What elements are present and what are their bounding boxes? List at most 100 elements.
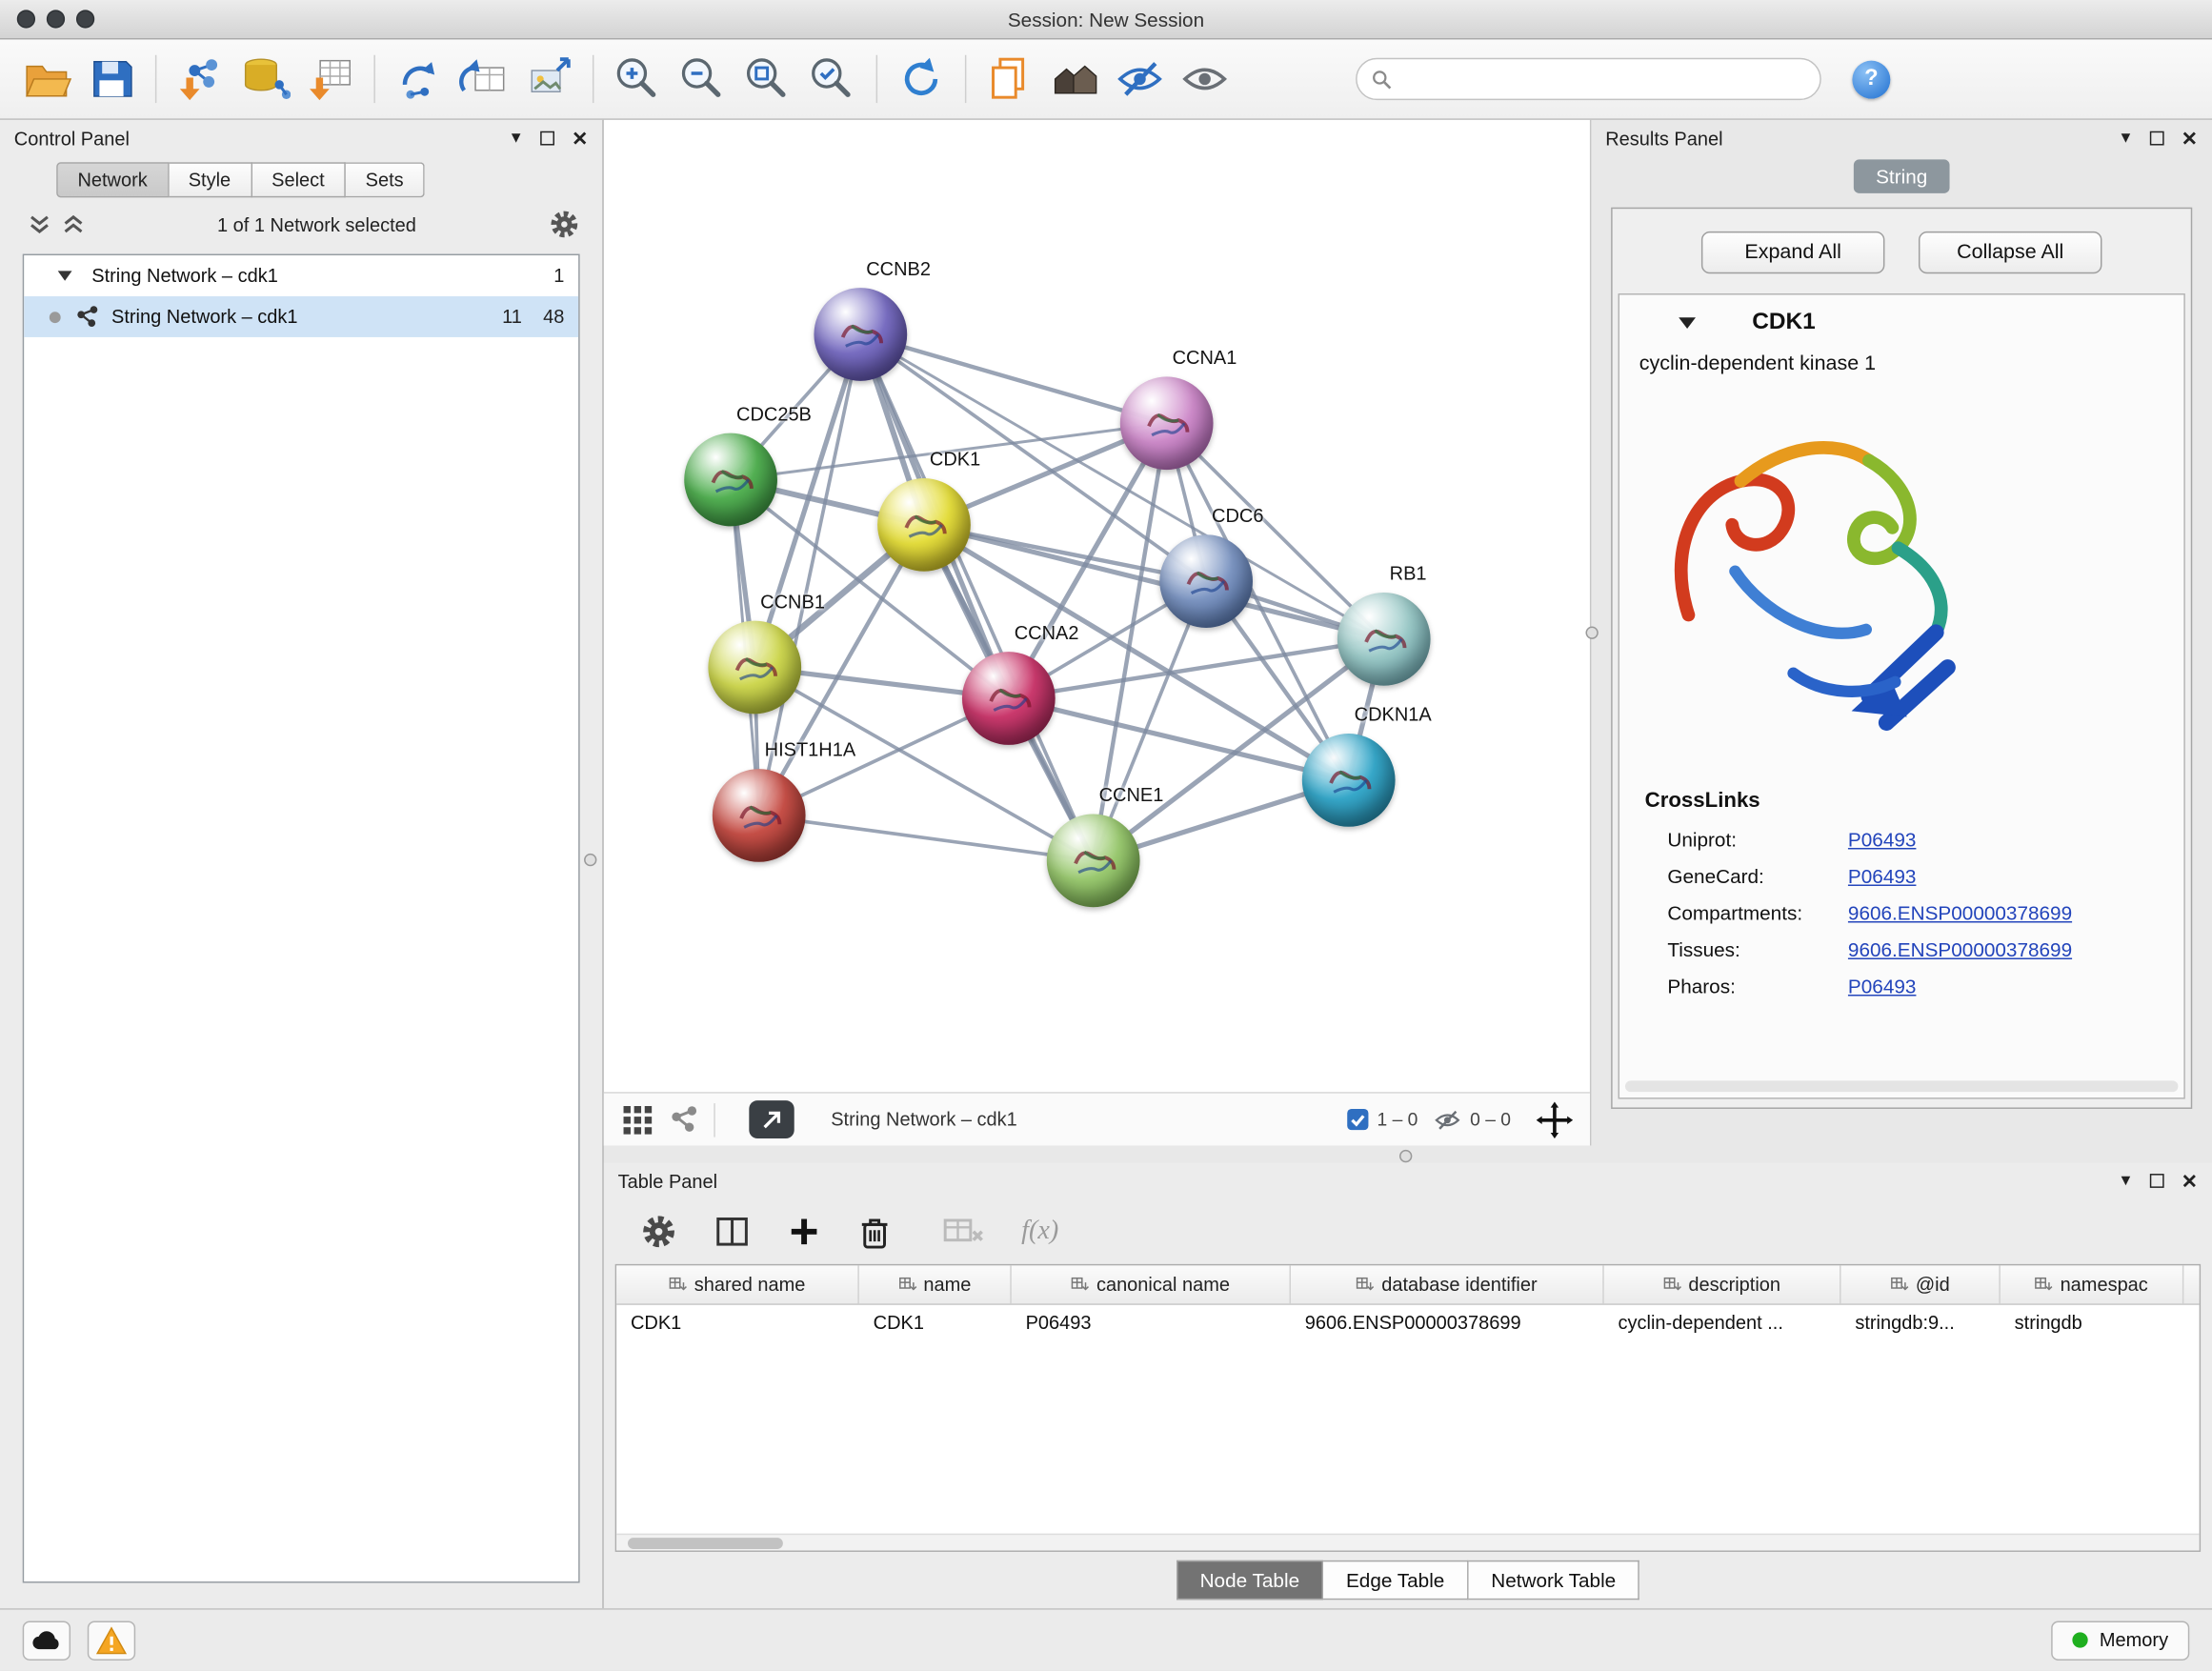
network-view[interactable]: CCNB2CCNA1CDC25BCDK1CDC6RB1CCNB1CCNA2CDK…	[604, 120, 1592, 1146]
vertical-splitter-handle[interactable]	[584, 854, 596, 866]
table-cell[interactable]: CDK1	[859, 1305, 1012, 1334]
table-cell[interactable]: 9606.ENSP00000378699	[1291, 1305, 1604, 1334]
tree-expand-icon[interactable]	[58, 271, 72, 280]
warnings-button[interactable]	[88, 1621, 135, 1660]
add-column-plus-icon[interactable]	[787, 1215, 821, 1249]
function-builder-button[interactable]: f(x)	[1021, 1217, 1058, 1248]
network-collection-row[interactable]: String Network – cdk1 1	[24, 255, 578, 296]
node-CDC25B[interactable]	[684, 433, 777, 527]
node-CCNA1[interactable]	[1120, 376, 1214, 470]
crosslink-link[interactable]: 9606.ENSP00000378699	[1848, 938, 2072, 961]
import-network-file-button[interactable]	[168, 48, 232, 110]
panel-menu-icon[interactable]: ▼	[2118, 131, 2133, 146]
node-CDKN1A[interactable]	[1302, 734, 1396, 827]
clone-network-button[interactable]	[977, 48, 1042, 110]
table-horizontal-scrollbar[interactable]	[616, 1534, 2200, 1551]
show-columns-icon[interactable]	[714, 1214, 751, 1251]
string-home-button[interactable]	[1042, 48, 1107, 110]
collapse-section-icon[interactable]	[1679, 316, 1696, 328]
tab-edge-table[interactable]: Edge Table	[1323, 1560, 1468, 1600]
table-row[interactable]: CDK1CDK1P064939606.ENSP00000378699cyclin…	[616, 1305, 2200, 1334]
table-cell[interactable]: stringdb:9...	[1841, 1305, 2001, 1334]
tab-style[interactable]: Style	[169, 162, 251, 197]
save-session-button[interactable]	[79, 48, 144, 110]
column-header-name[interactable]: name	[859, 1265, 1012, 1303]
table-export-button[interactable]	[452, 48, 516, 110]
search-field[interactable]	[1356, 58, 1821, 100]
gear-icon[interactable]	[549, 209, 580, 240]
tab-network-table[interactable]: Network Table	[1469, 1560, 1640, 1600]
horizontal-splitter-handle[interactable]	[1399, 1150, 1412, 1162]
zoom-in-button[interactable]	[605, 48, 670, 110]
panel-float-icon[interactable]	[2150, 1174, 2164, 1188]
table-cell[interactable]: stringdb	[2001, 1305, 2184, 1334]
column-header-canonical-name[interactable]: canonical name	[1012, 1265, 1291, 1303]
network-row[interactable]: String Network – cdk1 11 48	[24, 296, 578, 337]
column-header-database-identifier[interactable]: database identifier	[1291, 1265, 1604, 1303]
grid-view-icon[interactable]	[621, 1102, 655, 1137]
hidden-eye-slash-icon[interactable]	[1432, 1105, 1463, 1134]
panel-menu-icon[interactable]: ▼	[509, 131, 524, 146]
crosslink-link[interactable]: P06493	[1848, 865, 1916, 888]
import-table-file-button[interactable]	[297, 48, 362, 110]
table-settings-gear-icon[interactable]	[640, 1214, 677, 1251]
string-hide-images-button[interactable]	[1107, 48, 1172, 110]
selected-checkbox-icon[interactable]	[1346, 1107, 1370, 1131]
memory-button[interactable]: Memory	[2052, 1621, 2190, 1660]
zoom-out-button[interactable]	[670, 48, 734, 110]
column-header--id[interactable]: @id	[1841, 1265, 2001, 1303]
import-network-database-button[interactable]	[232, 48, 297, 110]
zoom-selected-button[interactable]	[800, 48, 865, 110]
node-CDC6[interactable]	[1159, 534, 1253, 628]
tab-string[interactable]: String	[1853, 159, 1950, 193]
vertical-splitter-handle[interactable]	[1585, 627, 1598, 639]
results-scrollbar[interactable]	[1625, 1080, 2178, 1092]
panel-close-icon[interactable]: ✕	[2182, 129, 2198, 149]
tab-sets[interactable]: Sets	[346, 162, 425, 197]
panel-close-icon[interactable]: ✕	[572, 129, 588, 149]
network-from-selection-button[interactable]	[387, 48, 452, 110]
search-input[interactable]	[1400, 69, 1805, 90]
crosslink-link[interactable]: 9606.ENSP00000378699	[1848, 901, 2072, 924]
expand-all-tree-icon[interactable]	[62, 214, 85, 234]
panel-float-icon[interactable]	[2150, 131, 2164, 146]
tab-network[interactable]: Network	[56, 162, 169, 197]
scrollbar-thumb[interactable]	[628, 1538, 783, 1549]
open-session-button[interactable]	[14, 48, 79, 110]
network-canvas[interactable]: CCNB2CCNA1CDC25BCDK1CDC6RB1CCNB1CCNA2CDK…	[604, 120, 1590, 1092]
panel-float-icon[interactable]	[541, 131, 555, 146]
image-export-button[interactable]	[516, 48, 581, 110]
expand-all-button[interactable]: Expand All	[1701, 232, 1885, 273]
tab-select[interactable]: Select	[251, 162, 346, 197]
refresh-layout-button[interactable]	[889, 48, 954, 110]
node-CCNB1[interactable]	[708, 621, 801, 715]
panel-close-icon[interactable]: ✕	[2182, 1171, 2198, 1191]
column-header-description[interactable]: description	[1604, 1265, 1841, 1303]
delete-column-trash-icon[interactable]	[857, 1214, 892, 1251]
zoom-fit-button[interactable]	[735, 48, 800, 110]
node-CCNB2[interactable]	[814, 288, 907, 381]
delete-table-icon[interactable]	[942, 1215, 984, 1249]
crosslink-link[interactable]: P06493	[1848, 975, 1916, 997]
help-button[interactable]: ?	[1852, 60, 1890, 98]
collapse-all-tree-icon[interactable]	[29, 214, 51, 234]
table-cell[interactable]: P06493	[1012, 1305, 1291, 1334]
crosslink-link[interactable]: P06493	[1848, 828, 1916, 851]
pan-crosshair-icon[interactable]	[1537, 1101, 1574, 1138]
table-cell[interactable]: CDK1	[616, 1305, 859, 1334]
panel-menu-icon[interactable]: ▼	[2118, 1173, 2133, 1188]
table-cell[interactable]: cyclin-dependent ...	[1604, 1305, 1841, 1334]
cloud-status-button[interactable]	[23, 1621, 70, 1660]
collapse-all-button[interactable]: Collapse All	[1919, 232, 2102, 273]
open-in-new-window-button[interactable]	[749, 1100, 794, 1138]
network-list-icon[interactable]	[669, 1105, 700, 1135]
node-CDK1[interactable]	[877, 478, 971, 572]
column-header-namespac[interactable]: namespac	[2001, 1265, 2184, 1303]
node-CCNA2[interactable]	[962, 652, 1056, 745]
string-show-images-button[interactable]	[1173, 48, 1237, 110]
node-CCNE1[interactable]	[1047, 814, 1140, 907]
tab-node-table[interactable]: Node Table	[1176, 1560, 1323, 1600]
node-RB1[interactable]	[1337, 593, 1431, 686]
column-header-shared-name[interactable]: shared name	[616, 1265, 859, 1303]
node-HIST1H1A[interactable]	[713, 769, 806, 862]
